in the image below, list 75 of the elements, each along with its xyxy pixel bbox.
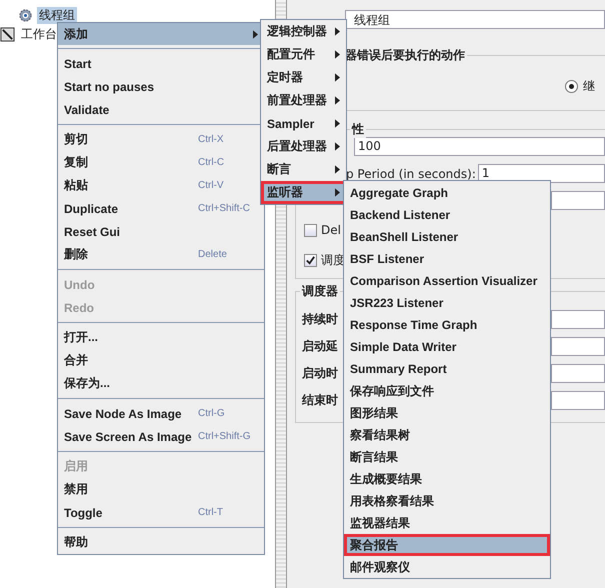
menu-item[interactable]: Duplicate Ctrl+Shift-C <box>58 197 264 220</box>
checkbox-label: Del <box>321 223 341 237</box>
menu-item[interactable]: Backend Listener <box>344 204 550 226</box>
tree-item[interactable]: 工作台 <box>19 26 59 43</box>
loop-field[interactable] <box>551 191 605 210</box>
menu-item[interactable]: 定时器 <box>261 66 346 89</box>
checkbox[interactable] <box>304 224 317 236</box>
menu-item[interactable]: Reset Gui <box>58 220 264 243</box>
menu-item[interactable]: 监视器结果 <box>344 512 550 534</box>
menu-item[interactable]: 帮助 <box>58 531 264 554</box>
field-label: 结束时 <box>302 392 338 409</box>
threads-field[interactable]: 100 <box>354 137 605 156</box>
submenu-arrow-icon <box>335 165 340 174</box>
submenu-arrow-icon <box>335 119 340 128</box>
menu-item[interactable]: Toggle Ctrl-T <box>58 501 264 524</box>
field-label: 启动延 <box>302 338 338 355</box>
menu-item[interactable]: 用表格察看结果 <box>344 490 550 512</box>
menu-item[interactable]: Save Screen As Image Ctrl+Shift-G <box>58 425 264 448</box>
ramp-label: p Period (in seconds): <box>346 166 476 180</box>
menu-item[interactable]: BSF Listener <box>344 248 550 270</box>
menu-item[interactable]: Response Time Graph <box>344 314 550 336</box>
input-field[interactable] <box>551 364 605 383</box>
menu-item[interactable]: Save Node As Image Ctrl-G <box>58 402 264 425</box>
submenu-arrow-icon <box>335 27 340 36</box>
menu-item[interactable]: Start <box>58 52 264 75</box>
field-label: 启动时 <box>302 365 338 382</box>
workbench-icon <box>0 27 15 42</box>
checkbox[interactable] <box>304 254 317 266</box>
name-field[interactable]: 线程组 <box>345 10 605 28</box>
input-field[interactable] <box>551 337 605 356</box>
submenu-arrow-icon <box>335 142 340 151</box>
menu-item[interactable]: 断言 <box>261 158 346 181</box>
menu-item[interactable]: Summary Report <box>344 358 550 380</box>
menu-item[interactable]: BeanShell Listener <box>344 226 550 248</box>
menu-item[interactable]: 断言结果 <box>344 446 550 468</box>
submenu-arrow-icon <box>335 73 340 82</box>
menu-item[interactable]: 察看结果树 <box>344 424 550 446</box>
submenu-arrow-icon <box>335 50 340 59</box>
menu-item[interactable]: Comparison Assertion Visualizer <box>344 270 550 292</box>
gear-icon <box>18 8 33 23</box>
menu-item[interactable]: 复制 Ctrl-C <box>58 151 264 174</box>
menu-item[interactable]: 剪切 Ctrl-X <box>58 128 264 151</box>
menu-item[interactable]: JSR223 Listener <box>344 292 550 314</box>
submenu-arrow-icon <box>335 96 340 105</box>
menu-item[interactable]: 粘贴 Ctrl-V <box>58 174 264 197</box>
menu-item[interactable]: 聚合报告 <box>344 534 550 556</box>
tree-item[interactable]: 线程组 <box>37 7 77 24</box>
menu-item[interactable]: 后置处理器 <box>261 135 346 158</box>
menu-item[interactable]: Aggregate Graph <box>344 182 550 204</box>
ramp-field[interactable]: 1 <box>478 164 605 183</box>
input-field[interactable] <box>551 391 605 410</box>
menu-item[interactable]: 邮件观察仪 <box>344 556 550 578</box>
menu-item[interactable]: 保存响应到文件 <box>344 380 550 402</box>
menu-item[interactable]: 图形结果 <box>344 402 550 424</box>
menu-item[interactable]: 保存为... <box>58 372 264 395</box>
radio-label: 继 <box>583 78 595 95</box>
group-title: 性 <box>350 121 366 138</box>
menu-item[interactable]: 删除 Delete <box>58 243 264 266</box>
field-label: 持续时 <box>302 311 338 328</box>
menu-item[interactable]: 合并 <box>58 349 264 372</box>
menu-item[interactable]: 监听器 <box>261 181 346 204</box>
group-title: 调度器 <box>300 283 340 300</box>
menu-item[interactable]: Validate <box>58 98 264 121</box>
submenu-arrow-icon <box>335 188 340 197</box>
menu-item[interactable]: 打开... <box>58 326 264 349</box>
menu-item[interactable]: 逻辑控制器 <box>261 20 346 43</box>
menu-item[interactable]: 生成概要结果 <box>344 468 550 490</box>
menu-item[interactable]: 禁用 <box>58 478 264 501</box>
menu-item[interactable]: Start no pauses <box>58 75 264 98</box>
menu-item[interactable]: Sampler <box>261 112 346 135</box>
menu-item[interactable]: Simple Data Writer <box>344 336 550 358</box>
menu-item[interactable]: 配置元件 <box>261 43 346 66</box>
radio-button[interactable] <box>565 80 578 93</box>
input-field[interactable] <box>551 310 605 329</box>
menu-item[interactable]: 前置处理器 <box>261 89 346 112</box>
